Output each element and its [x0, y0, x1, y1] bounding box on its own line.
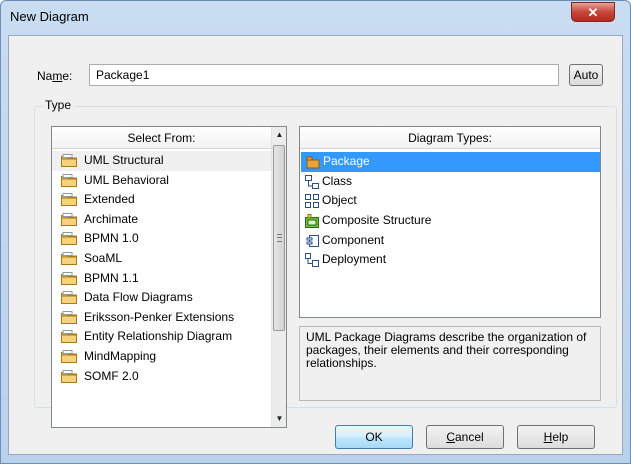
select-from-item[interactable]: Eriksson-Penker Extensions: [52, 308, 271, 328]
folder-icon: [61, 173, 77, 187]
folder-icon: [61, 310, 77, 324]
select-from-item-label: SOMF 2.0: [84, 368, 139, 383]
window-title: New Diagram: [10, 9, 89, 24]
folder-icon: [61, 349, 77, 363]
select-from-scrollbar[interactable]: ▲ ▼: [271, 127, 286, 427]
select-from-item[interactable]: Data Flow Diagrams: [52, 288, 271, 308]
select-from-item-label: Archimate: [84, 211, 139, 226]
diagram-type-item[interactable]: Component: [300, 231, 600, 251]
ok-button[interactable]: OK: [335, 425, 413, 449]
diagram-type-item[interactable]: Deployment: [300, 250, 600, 270]
select-from-item-label: BPMN 1.1: [84, 270, 139, 285]
type-group-label: Type: [42, 98, 75, 112]
folder-icon: [61, 154, 77, 167]
title-bar[interactable]: New Diagram ✕: [1, 1, 630, 35]
select-from-item-label: UML Behavioral: [84, 172, 169, 187]
select-from-item-label: MindMapping: [84, 348, 157, 363]
select-from-item-label: Entity Relationship Diagram: [84, 329, 233, 344]
select-from-item[interactable]: SoaML: [52, 249, 271, 269]
folder-icon: [61, 232, 77, 246]
select-from-items: UML Structural UML Behavioral Extended Arch…: [52, 151, 271, 386]
folder-icon: [61, 369, 77, 383]
help-button[interactable]: Help: [517, 425, 595, 449]
diagram-type-item[interactable]: Composite Structure: [300, 211, 600, 231]
diagram-type-label: Class: [322, 173, 353, 188]
folder-icon: [61, 212, 77, 226]
folder-icon: [61, 193, 77, 207]
scroll-thumb[interactable]: [273, 145, 285, 331]
folder-icon: [61, 251, 77, 265]
class-diagram-icon: [305, 174, 319, 189]
select-from-item-label: Data Flow Diagrams: [84, 290, 193, 305]
name-input[interactable]: [89, 64, 559, 86]
name-label: Name:: [37, 69, 73, 83]
dialog-window: New Diagram ✕ Name: Auto Type Select Fro…: [0, 0, 631, 464]
select-from-item-label: SoaML: [84, 250, 123, 265]
select-from-item[interactable]: UML Behavioral: [52, 171, 271, 191]
package-diagram-icon: [306, 155, 320, 169]
diagram-type-label: Composite Structure: [322, 213, 432, 228]
object-diagram-icon: [305, 194, 319, 209]
select-from-item[interactable]: BPMN 1.1: [52, 269, 271, 289]
scroll-down-arrow-icon[interactable]: ▼: [272, 411, 286, 427]
select-from-item[interactable]: Entity Relationship Diagram: [52, 327, 271, 347]
diagram-type-item[interactable]: Class: [300, 172, 600, 192]
auto-button[interactable]: Auto: [569, 64, 603, 86]
select-from-item-label: Eriksson-Penker Extensions: [84, 309, 235, 324]
diagram-description: UML Package Diagrams describe the organi…: [299, 326, 601, 401]
deployment-diagram-icon: [305, 253, 319, 268]
folder-icon: [61, 330, 77, 344]
close-button[interactable]: ✕: [571, 2, 615, 22]
close-icon: ✕: [587, 5, 599, 20]
select-from-item-label: UML Structural: [84, 153, 164, 167]
select-from-item[interactable]: UML Structural: [52, 151, 271, 171]
scroll-up-arrow-icon[interactable]: ▲: [272, 127, 286, 143]
dialog-body: Name: Auto Type Select From: UML Structu…: [8, 35, 623, 455]
folder-icon: [61, 271, 77, 285]
diagram-type-label: Package: [323, 154, 370, 168]
cancel-button[interactable]: Cancel: [426, 425, 504, 449]
select-from-item-label: Extended: [84, 192, 135, 207]
diagram-type-label: Component: [322, 232, 385, 247]
select-from-item-label: BPMN 1.0: [84, 231, 139, 246]
select-from-item[interactable]: SOMF 2.0: [52, 367, 271, 387]
select-from-list[interactable]: Select From: UML Structural UML Behaviora…: [51, 126, 287, 428]
diagram-type-item[interactable]: Package: [301, 152, 600, 172]
diagram-type-label: Object: [322, 193, 357, 208]
diagram-types-header: Diagram Types:: [300, 127, 600, 149]
diagram-type-label: Deployment: [322, 252, 387, 267]
diagram-type-item[interactable]: Object: [300, 191, 600, 211]
composite-structure-icon: [305, 214, 319, 229]
select-from-item[interactable]: BPMN 1.0: [52, 229, 271, 249]
select-from-item[interactable]: Extended: [52, 190, 271, 210]
diagram-types-items: Package Class Object Composite Structure Com…: [300, 152, 600, 270]
grip-icon: [277, 234, 282, 242]
select-from-item[interactable]: MindMapping: [52, 347, 271, 367]
select-from-item[interactable]: Archimate: [52, 210, 271, 230]
select-from-header: Select From:: [52, 127, 271, 149]
diagram-types-list[interactable]: Diagram Types: Package Class Object Composi…: [299, 126, 601, 318]
component-diagram-icon: [305, 234, 319, 248]
folder-icon: [61, 291, 77, 305]
